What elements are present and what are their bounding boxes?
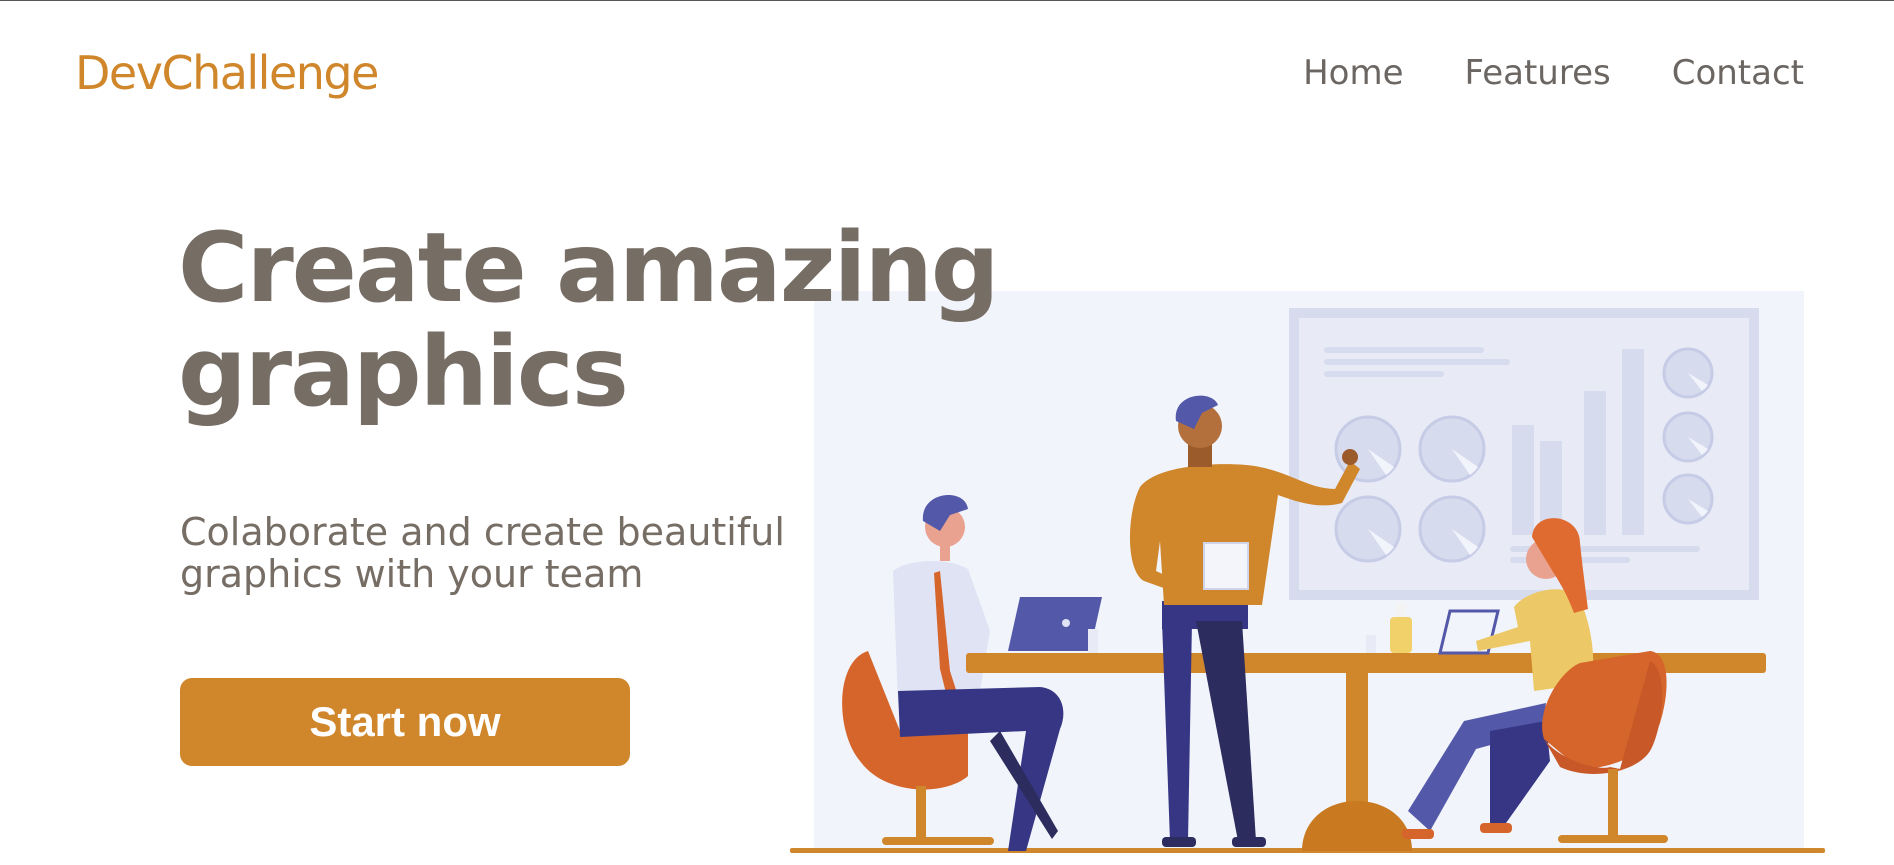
nav-home[interactable]: Home: [1303, 53, 1403, 94]
nav-features[interactable]: Features: [1465, 53, 1611, 94]
main-nav: Home Features Contact: [1303, 53, 1804, 94]
start-now-button[interactable]: Start now: [180, 678, 630, 766]
hero-title: Create amazing graphics: [178, 212, 1000, 428]
nav-contact[interactable]: Contact: [1672, 53, 1804, 94]
hero-subtitle: Colaborate and create beautiful graphics…: [180, 510, 785, 596]
presentation-board: [1289, 308, 1759, 600]
logo[interactable]: DevChallenge: [75, 46, 379, 101]
